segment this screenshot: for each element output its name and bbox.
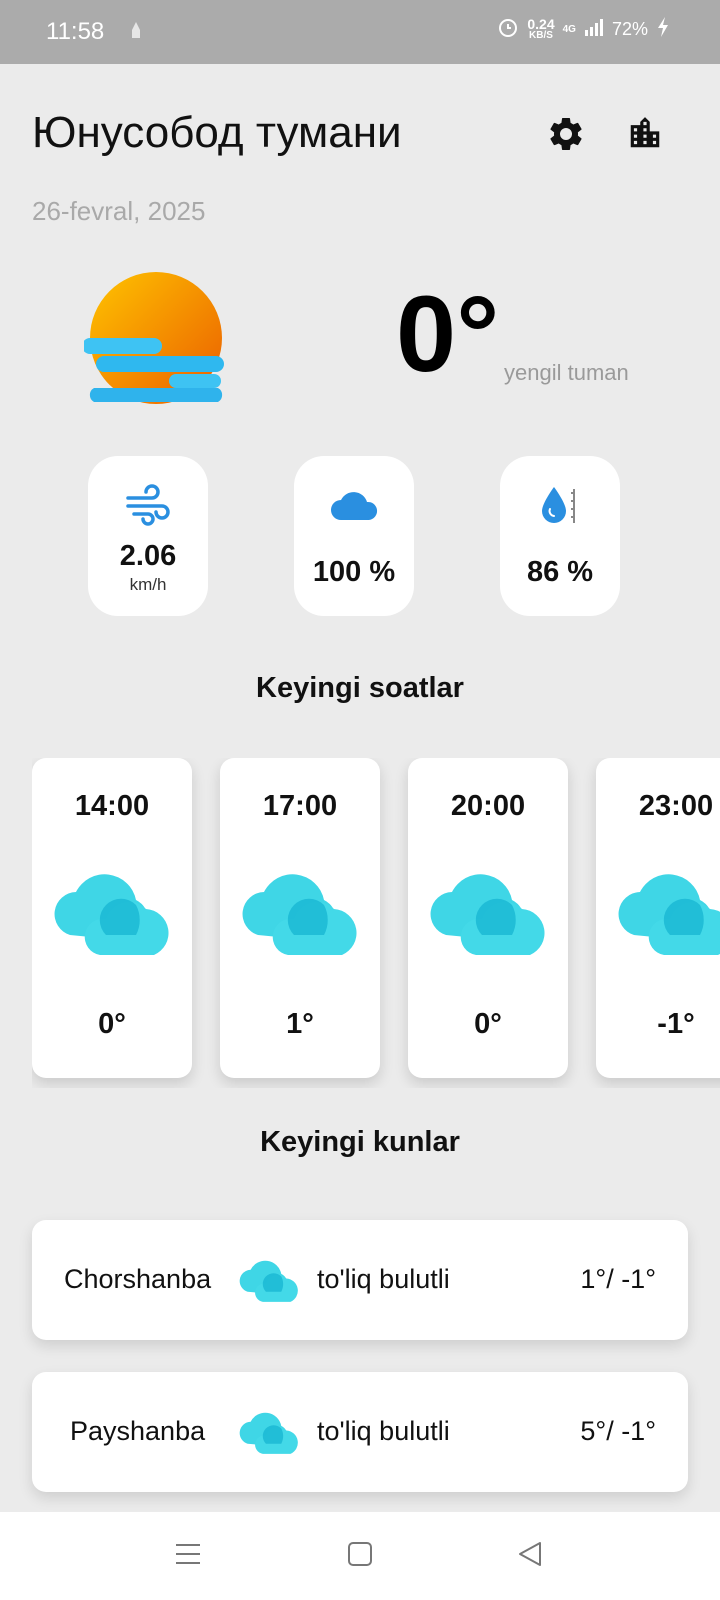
wind-card: 2.06 km/h xyxy=(88,456,208,616)
hourly-item[interactable]: 14:00 0° xyxy=(32,758,192,1078)
daily-day: Payshanba xyxy=(70,1416,206,1446)
cloud-icon xyxy=(48,865,176,968)
wind-value: 2.06 xyxy=(119,540,177,572)
cloud-icon xyxy=(236,865,364,968)
battery-level: 72% xyxy=(611,19,648,39)
hourly-title: Keyingi soatlar xyxy=(256,672,464,704)
humidity-card: 86 % xyxy=(500,456,620,616)
cloud-icon xyxy=(329,482,379,528)
hourly-forecast-scroll[interactable]: 14:00 0° 17:00 1° 20:00 0° 23:00 -1° xyxy=(32,758,720,1088)
hourly-time: 23:00 xyxy=(638,790,714,822)
hourly-item[interactable]: 20:00 0° xyxy=(408,758,568,1078)
cloud-cover-value: 100 % xyxy=(312,556,396,588)
hourly-time: 17:00 xyxy=(262,790,338,822)
hourly-time: 20:00 xyxy=(450,790,526,822)
hourly-temp: 1° xyxy=(286,1008,314,1040)
daily-description: to'liq bulutli xyxy=(317,1264,450,1294)
notification-icon xyxy=(128,20,144,47)
speed-unit: KB/S xyxy=(529,29,553,41)
cloud-cover-card: 100 % xyxy=(294,456,414,616)
current-condition: yengil tuman xyxy=(504,360,629,385)
hourly-temp: 0° xyxy=(474,1008,502,1040)
humidity-value: 86 % xyxy=(526,556,594,588)
signal-icon xyxy=(584,17,604,42)
daily-item[interactable]: Chorshanba to'liq bulutli 1°/ -1° xyxy=(32,1220,688,1340)
daily-range: 1°/ -1° xyxy=(580,1264,656,1294)
status-bar: 11:58 0.24 KB/S 4G 72% xyxy=(0,0,720,64)
hourly-temp: -1° xyxy=(657,1008,695,1040)
status-time: 11:58 xyxy=(46,18,105,45)
daily-item[interactable]: Payshanba to'liq bulutli 5°/ -1° xyxy=(32,1372,688,1492)
humidity-icon xyxy=(538,482,582,528)
hourly-item[interactable]: 23:00 -1° xyxy=(596,758,720,1078)
gear-icon[interactable] xyxy=(546,114,586,159)
current-temperature: 0° xyxy=(396,273,500,394)
wind-icon xyxy=(124,482,172,528)
alarm-icon xyxy=(497,16,519,43)
speed-value: 0.24 xyxy=(527,15,555,32)
daily-range: 5°/ -1° xyxy=(580,1416,656,1446)
navigation-bar xyxy=(0,1512,720,1600)
hourly-temp: 0° xyxy=(98,1008,126,1040)
cloud-icon xyxy=(612,865,720,968)
cloud-icon xyxy=(236,1408,302,1463)
sun-fog-icon xyxy=(82,272,224,409)
city-icon[interactable] xyxy=(626,114,664,157)
status-right: 0.24 KB/S 4G 72% xyxy=(497,16,670,43)
network-type: 4G xyxy=(562,24,576,35)
cloud-icon xyxy=(236,1256,302,1311)
network-speed: 0.24 KB/S xyxy=(527,15,555,41)
menu-icon[interactable] xyxy=(174,1540,202,1573)
daily-description: to'liq bulutli xyxy=(317,1416,450,1446)
location-title: Юнусобод тумани xyxy=(32,108,402,157)
daily-day: Chorshanba xyxy=(64,1264,212,1294)
home-icon[interactable] xyxy=(346,1540,374,1573)
back-icon[interactable] xyxy=(516,1540,544,1573)
wind-unit: km/h xyxy=(129,575,167,594)
current-date: 26-fevral, 2025 xyxy=(32,196,206,226)
hourly-item[interactable]: 17:00 1° xyxy=(220,758,380,1078)
battery-charging-icon xyxy=(656,16,670,43)
cloud-icon xyxy=(424,865,552,968)
hourly-time: 14:00 xyxy=(74,790,150,822)
daily-title: Keyingi kunlar xyxy=(260,1126,460,1158)
